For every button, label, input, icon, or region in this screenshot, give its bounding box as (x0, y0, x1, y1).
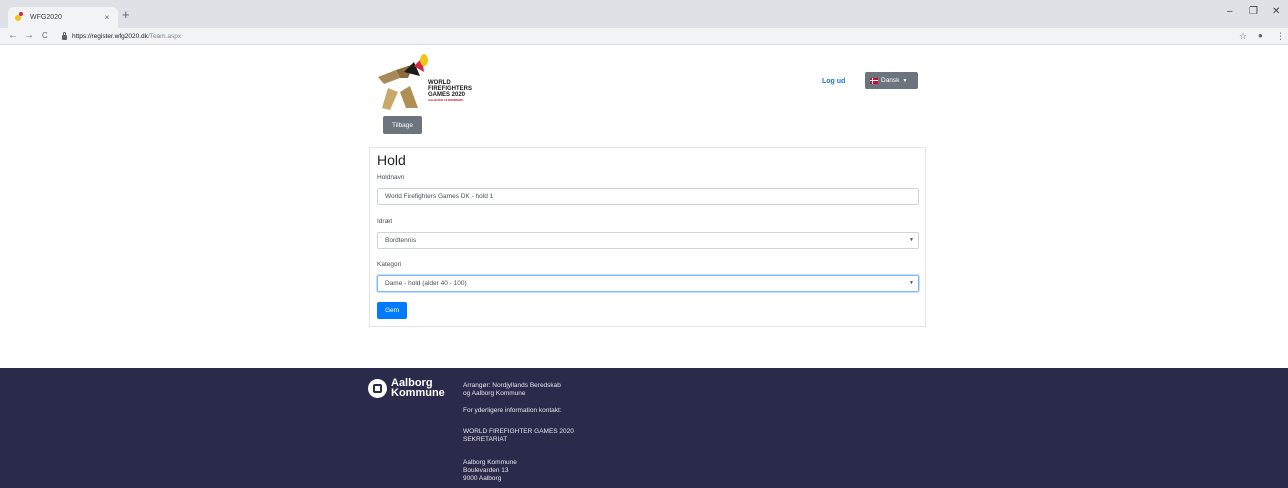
url-host: https://register.wfg2020.dk (72, 33, 148, 40)
footer (0, 368, 1288, 488)
secretariat-line-2: SEKRETARIAT (463, 436, 508, 443)
team-name-label: Holdnavn (377, 174, 405, 181)
organizer-line-2: og Aalborg Kommune (463, 390, 526, 397)
address-line-2: Boulevarden 13 (463, 467, 509, 474)
select-arrow-icon: ▼ (909, 237, 914, 243)
restore-icon[interactable]: ❐ (1249, 6, 1258, 17)
url-text: https://register.wfg2020.dk/Team.aspx (72, 33, 181, 40)
back-button[interactable]: Tilbage (383, 116, 422, 134)
logo-subline: AALBORG 19 DENMARK (428, 98, 464, 102)
language-label: Dansk (881, 77, 900, 84)
address-line-3: 9000 Aalborg (463, 475, 502, 482)
team-form-card: Hold Holdnavn World Firefighters Games D… (369, 147, 926, 327)
caret-down-icon: ▼ (902, 77, 908, 84)
aalborg-seal-icon (368, 379, 387, 398)
denmark-flag-icon (870, 77, 878, 84)
sport-label: Idræt (377, 218, 393, 225)
forward-arrow-icon[interactable]: → (24, 29, 34, 43)
browser-tab-strip: WFG2020 × + – ❐ ✕ (0, 0, 1288, 28)
star-icon[interactable]: ☆ (1239, 30, 1247, 42)
category-label: Kategori (377, 261, 402, 268)
browser-toolbar: ← → C https://register.wfg2020.dk/Team.a… (0, 28, 1288, 45)
category-select[interactable]: Dame - hold (alder 40 - 100) ▼ (377, 275, 919, 292)
url-path: /Team.aspx (147, 33, 182, 40)
sport-select[interactable]: Bordtennis ▼ (377, 232, 919, 249)
window-close-icon[interactable]: ✕ (1272, 6, 1280, 17)
tab-close-icon[interactable]: × (102, 13, 112, 22)
minimize-icon[interactable]: – (1227, 6, 1233, 17)
logo-wordmark: WORLD FIREFIGHTERS GAMES 2020 (428, 80, 472, 98)
address-bar[interactable]: https://register.wfg2020.dk/Team.aspx (56, 30, 1226, 43)
tab-title: WFG2020 (30, 14, 62, 21)
secretariat-line-1: WORLD FIREFIGHTER GAMES 2020 (463, 428, 574, 435)
reload-icon[interactable]: C (42, 29, 48, 43)
team-name-value: World Firefighters Games DK - hold 1 (385, 193, 494, 200)
new-tab-icon[interactable]: + (122, 8, 130, 22)
page-title: Hold (377, 152, 406, 168)
more-info-text: For yderligere information kontakt: (463, 407, 562, 414)
browser-tab[interactable]: WFG2020 × (8, 7, 118, 28)
category-value: Dame - hold (alder 40 - 100) (385, 280, 467, 287)
brand-line-2: Kommune (391, 387, 445, 399)
lock-icon (62, 32, 67, 40)
aalborg-kommune-logo: Aalborg Kommune (391, 378, 445, 399)
language-dropdown[interactable]: Dansk ▼ (865, 72, 918, 89)
sport-value: Bordtennis (385, 237, 417, 244)
logout-link[interactable]: Log ud (822, 78, 845, 85)
back-arrow-icon[interactable]: ← (8, 29, 18, 43)
address-line-1: Aalborg Kommune (463, 459, 517, 466)
save-button[interactable]: Gem (377, 302, 407, 319)
select-arrow-icon: ▼ (909, 280, 914, 286)
account-icon[interactable]: ● (1258, 30, 1263, 42)
organizer-line-1: Arrangør: Nordjyllands Beredskab (463, 382, 561, 389)
team-name-input[interactable]: World Firefighters Games DK - hold 1 (377, 188, 919, 205)
menu-icon[interactable]: ⋮ (1276, 30, 1285, 42)
wfg-favicon-icon (14, 12, 25, 23)
